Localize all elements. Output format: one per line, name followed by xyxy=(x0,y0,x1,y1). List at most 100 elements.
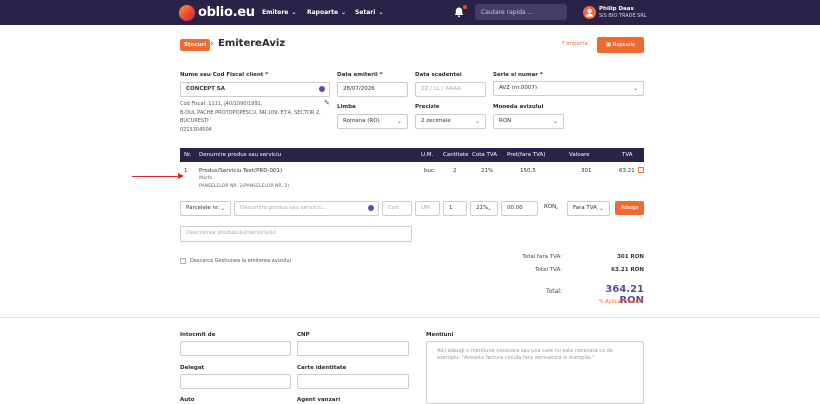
client-label: Nume sau Cod Fiscal client * xyxy=(180,72,269,78)
adauga-button[interactable]: Adauga xyxy=(615,201,644,215)
user-avatar[interactable] xyxy=(583,6,596,19)
row-um: buc xyxy=(424,168,435,174)
limba-select[interactable]: Romana (RO) ⌄ xyxy=(337,114,408,129)
row-product-sub: PANSELELOR NR. 2(PANSELELOR NR. 2) xyxy=(199,184,290,189)
col-cota: Cota TVA xyxy=(472,152,498,158)
client-info-line: Cod Fiscal: 1111, J40/1090/1991, xyxy=(180,101,263,107)
serie-label: Serie si numar * xyxy=(493,72,543,78)
row-pret: 150.5 xyxy=(520,168,536,174)
edit-row-icon[interactable] xyxy=(638,167,644,173)
notification-dot xyxy=(463,5,467,9)
breadcrumb-separator: › xyxy=(254,39,258,49)
row-product-name: Produs/Serviciu Test(PRD-001) xyxy=(199,168,283,174)
precizie-select[interactable]: 2 zecimale ⌄ xyxy=(415,114,486,129)
row-product-type: Marfa xyxy=(199,176,213,181)
data-emiterii-input[interactable]: 28/07/2026 xyxy=(337,82,408,97)
stocuri-badge[interactable]: Stocuri xyxy=(180,39,211,51)
mentiuni-label: Mentiuni xyxy=(426,332,454,338)
qty-input[interactable]: 1 xyxy=(443,201,467,216)
chevron-down-icon: ⌄ xyxy=(553,204,559,211)
row-cota: 21% xyxy=(481,168,494,174)
carte-input[interactable] xyxy=(297,374,409,389)
row-tva: 63.21 xyxy=(619,168,635,174)
aplica-discount-link[interactable]: % Aplica Discount xyxy=(590,299,644,305)
menu-setari[interactable]: Setari ⌄ xyxy=(355,9,383,16)
row-qty: 2 xyxy=(453,168,457,174)
edit-client-icon[interactable]: ✎ xyxy=(324,99,330,107)
data-scadentei-input[interactable]: ZZ / LL / AAAA xyxy=(415,82,486,97)
oblio-logo-icon[interactable] xyxy=(179,5,195,21)
chevron-down-icon: ⌄ xyxy=(291,9,297,16)
col-pret: Pret(fara TVA) xyxy=(507,152,546,158)
annotation-arrow-head xyxy=(178,173,184,179)
intocmit-input[interactable] xyxy=(180,341,291,356)
menu-rapoarte[interactable]: Rapoarte ⌄ xyxy=(307,9,346,16)
serie-select[interactable]: AVZ (nr.0007) ⌄ xyxy=(493,81,644,96)
client-input[interactable]: CONCEPT SA xyxy=(180,82,330,97)
delegat-label: Delegat xyxy=(180,365,205,371)
cod-input[interactable]: Cod xyxy=(382,201,412,216)
annotation-arrow xyxy=(132,176,182,177)
client-details-icon[interactable] xyxy=(319,86,325,92)
product-name-input[interactable]: Denumire produs sau serviciu... xyxy=(234,201,379,216)
pret-input[interactable]: 00.00 xyxy=(501,201,538,216)
currency-select[interactable]: RON ⌄ xyxy=(539,201,564,216)
menu-emitere[interactable]: Emitere ⌄ xyxy=(262,9,296,16)
row-valoare: 301 xyxy=(581,168,592,174)
data-scadentei-label: Data scadentei xyxy=(415,72,462,78)
descarca-gestiunea-checkbox[interactable] xyxy=(180,258,186,264)
col-cantitate: Cantitate xyxy=(443,152,469,158)
total-tva-value: 63.21 RON xyxy=(611,267,644,273)
precizie-label: Precizie xyxy=(415,104,440,110)
cota-select[interactable]: 21% ⌄ xyxy=(470,201,498,216)
agent-label: Agent vanzari xyxy=(297,397,341,403)
chevron-down-icon: ⌄ xyxy=(552,118,558,125)
intocmit-label: Intocmit de xyxy=(180,332,216,338)
col-tva: TVA xyxy=(622,152,633,158)
total-tva-label: Total TVA: xyxy=(535,267,562,273)
upload-icon: ⤒ xyxy=(562,41,565,47)
col-valoare: Valoare xyxy=(569,152,590,158)
description-textarea[interactable]: Descrierea produsului/serviciului xyxy=(180,226,412,242)
products-table-header: Nr. Denumire produs sau serviciu U.M. Ca… xyxy=(180,148,644,162)
col-denumire: Denumire produs sau serviciu xyxy=(199,152,282,158)
cod-type-select[interactable]: Parcelele nr. ⌄ xyxy=(180,201,231,216)
chevron-down-icon: ⌄ xyxy=(598,205,604,212)
report-icon: ▦ xyxy=(605,42,612,48)
descarca-gestiunea-label: Descarca Gestiunea la emiterea avizului xyxy=(190,258,291,264)
importa-link[interactable]: ⤒ Importa xyxy=(562,41,588,48)
section-divider xyxy=(0,317,820,318)
product-details-icon[interactable] xyxy=(368,205,374,211)
rapoarte-button[interactable]: ▦ Rapoarte xyxy=(597,37,644,53)
chevron-down-icon: ⌄ xyxy=(474,118,480,125)
limba-label: Limba xyxy=(337,104,356,110)
um-input[interactable]: UM xyxy=(415,201,440,216)
chevron-down-icon: ⌄ xyxy=(341,9,347,16)
quick-search-input[interactable] xyxy=(475,4,567,20)
tva-mode-select[interactable]: Fara TVA ⌄ xyxy=(567,201,610,216)
moneda-label: Moneda avizului xyxy=(493,104,544,110)
total-fara-tva-label: Total fara TVA: xyxy=(522,254,562,260)
chevron-down-icon: ⌄ xyxy=(632,85,638,92)
mentiuni-textarea[interactable]: Aici adaugi o mentiune necesara sau una … xyxy=(426,341,644,404)
brand-name[interactable]: oblio.eu xyxy=(198,5,255,20)
auto-label: Auto xyxy=(180,397,195,403)
top-navbar: oblio.eu Emitere⌄ Rapoarte⌄ Setari⌄ Phil… xyxy=(0,0,820,25)
cnp-input[interactable] xyxy=(297,341,409,356)
total-label: Total: xyxy=(545,288,562,295)
moneda-select[interactable]: RON ⌄ xyxy=(493,114,564,129)
bell-icon[interactable] xyxy=(453,5,467,18)
cnp-label: CNP xyxy=(297,332,310,338)
delegat-input[interactable] xyxy=(180,374,291,389)
client-info-line: B-DUL PACHE PROTOPOPESCU, NR.109, ET.4, … xyxy=(180,110,321,116)
chevron-down-icon: ⌄ xyxy=(219,205,225,212)
total-fara-tva-value: 301 RON xyxy=(617,254,644,260)
client-info-line: BUCURESTI xyxy=(180,118,209,124)
client-info-line: 0213304504 xyxy=(180,127,212,133)
carte-label: Carte identitate xyxy=(297,365,347,371)
col-nr: Nr. xyxy=(184,152,192,158)
chevron-down-icon: ⌄ xyxy=(378,9,384,16)
user-name[interactable]: Philip Daas xyxy=(599,6,634,12)
data-emiterii-label: Data emiterii * xyxy=(337,72,383,78)
user-company[interactable]: SIS BIO TRADE SRL xyxy=(599,13,647,19)
